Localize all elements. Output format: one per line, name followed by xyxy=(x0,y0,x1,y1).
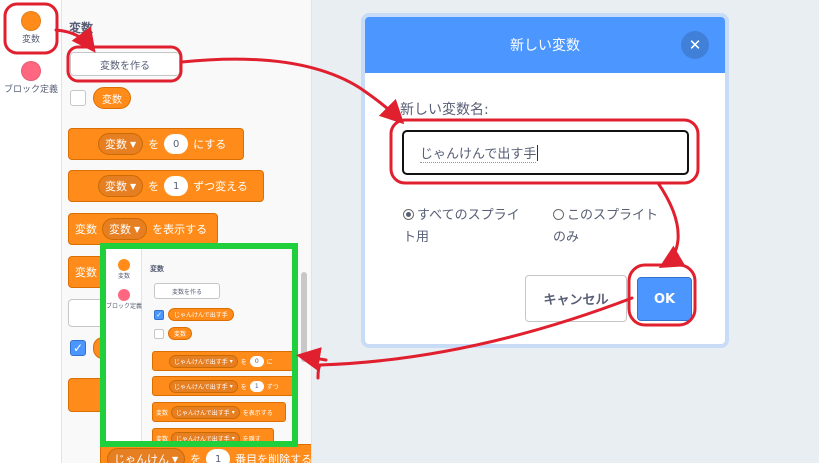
inset-title: 変数 xyxy=(150,265,164,273)
cancel-button[interactable]: キャンセル xyxy=(525,275,627,322)
category-variables[interactable]: 変数 xyxy=(0,11,62,46)
inset-category-label: 変数 xyxy=(117,273,130,280)
block-text: 変数 xyxy=(75,266,97,279)
dropdown-value: 変数 xyxy=(109,223,131,236)
palette-scrollbar[interactable] xyxy=(301,272,307,362)
variable-dropdown[interactable]: 変数 ▼ xyxy=(98,133,144,155)
new-variable-dialog: 新しい変数 ✕ 新しい変数名: じゃんけんで出す手 すべてのスプライ ト用 この… xyxy=(361,13,729,348)
value-input[interactable]: 1 xyxy=(164,176,189,196)
block-text: にする xyxy=(193,138,227,151)
caret-down-icon: ▼ xyxy=(134,224,141,234)
caret-down-icon: ▾ xyxy=(229,382,233,390)
variable-reporter-block[interactable]: 変数 xyxy=(93,87,131,109)
make-variable-button[interactable]: 変数を作る xyxy=(70,52,180,76)
variable-dropdown[interactable]: 変数 ▼ xyxy=(102,218,148,240)
block-text: 変数 xyxy=(156,435,169,443)
radio-label: すべてのスプライ xyxy=(417,208,520,223)
caret-down-icon: ▾ xyxy=(231,434,235,442)
block-text: に xyxy=(266,358,273,366)
my-blocks-color-icon xyxy=(118,289,130,301)
radio-label: このスプライト xyxy=(567,208,659,223)
block-text: を表示する xyxy=(152,223,208,236)
variables-color-icon xyxy=(21,11,41,31)
list-dropdown[interactable]: じゃんけん ▼ xyxy=(107,448,186,463)
block-text: を xyxy=(240,383,247,391)
variable-monitor-checkbox[interactable] xyxy=(70,90,86,106)
inset-new-variable-reporter: じゃんけんで出す手 xyxy=(168,308,234,321)
block-text: 変数 xyxy=(156,409,169,417)
close-icon: ✕ xyxy=(688,36,702,54)
inset-set-block: じゃんけんで出す手 ▾ を 0 に xyxy=(152,351,292,371)
show-variable-block[interactable]: 変数 変数 ▼ を表示する xyxy=(68,213,218,245)
block-text: を表示する xyxy=(242,409,273,417)
inset-show-block: 変数 じゃんけんで出す手 ▾ を表示する xyxy=(152,402,286,422)
dropdown-value: じゃんけんで出す手 xyxy=(176,435,230,443)
block-text: を xyxy=(190,453,202,463)
category-my-blocks-label: ブロック定義 xyxy=(3,85,58,95)
inset-checkbox-checked: ✓ xyxy=(154,310,164,320)
result-preview-inset: 変数 ブロック定義 変数 変数を作る ✓ じゃんけんで出す手 変数 じゃんけんで… xyxy=(100,243,298,447)
variable-name-label: 新しい変数名: xyxy=(400,102,489,118)
block-text: を xyxy=(148,180,160,193)
block-text: ずつ xyxy=(266,383,279,391)
radio-all-sprites[interactable]: すべてのスプライ ト用 xyxy=(403,205,520,249)
dropdown-value: じゃんけんで出す手 xyxy=(174,383,228,391)
dialog-title: 新しい変数 xyxy=(510,38,580,54)
category-menu: 変数 ブロック定義 xyxy=(0,0,62,463)
close-button[interactable]: ✕ xyxy=(681,31,709,59)
inset-category-label: ブロック定義 xyxy=(106,303,143,310)
variable-dropdown[interactable]: 変数 ▼ xyxy=(98,175,144,197)
list-monitor-checkbox[interactable]: ✓ xyxy=(70,340,86,356)
block-text: を隠す xyxy=(242,435,261,443)
block-text: 番目を削除する xyxy=(235,453,312,463)
ok-button[interactable]: OK xyxy=(637,277,692,321)
caret-down-icon: ▼ xyxy=(130,139,137,149)
inset-category-my-blocks: ブロック定義 xyxy=(106,289,142,311)
value-input[interactable]: 0 xyxy=(164,134,189,154)
dropdown-value: 変数 xyxy=(105,138,127,151)
category-my-blocks[interactable]: ブロック定義 xyxy=(0,61,62,96)
caret-down-icon: ▼ xyxy=(130,181,137,191)
caret-down-icon: ▾ xyxy=(229,357,233,365)
block-text: ずつ変える xyxy=(193,180,248,193)
radio-unselected-icon xyxy=(553,209,564,220)
block-text: を xyxy=(240,358,247,366)
index-input[interactable]: 1 xyxy=(206,449,231,463)
inset-palette: 変数 変数を作る ✓ じゃんけんで出す手 変数 じゃんけんで出す手 ▾ を 0 に… xyxy=(142,249,292,441)
text-caret xyxy=(537,144,539,161)
variable-name-input[interactable]: じゃんけんで出す手 xyxy=(402,130,689,175)
inset-hide-block: 変数 じゃんけんで出す手 ▾ を隠す xyxy=(152,428,274,443)
radio-this-sprite[interactable]: このスプライト のみ xyxy=(553,205,658,249)
input-value: じゃんけんで出す手 xyxy=(420,143,537,163)
dropdown-value: じゃんけんで出す手 xyxy=(174,358,228,366)
dropdown-value: 変数 xyxy=(105,180,127,193)
dropdown-value: じゃんけん xyxy=(114,453,169,463)
inset-checkbox xyxy=(154,329,164,339)
dialog-header: 新しい変数 ✕ xyxy=(365,17,725,73)
inset-change-block: じゃんけんで出す手 ▾ を 1 ずつ xyxy=(152,376,292,396)
block-text: を xyxy=(148,138,160,151)
radio-label-cont: ト用 xyxy=(403,230,430,245)
change-variable-block[interactable]: 変数 ▼ を 1 ずつ変える xyxy=(68,170,264,202)
inset-variable-reporter: 変数 xyxy=(168,327,193,340)
variables-color-icon xyxy=(118,259,130,271)
inset-category-menu: 変数 ブロック定義 xyxy=(106,249,142,441)
category-variables-label: 変数 xyxy=(21,35,40,45)
value-input: 1 xyxy=(249,380,264,392)
radio-label-cont: のみ xyxy=(553,230,580,245)
caret-down-icon: ▼ xyxy=(172,454,179,463)
block-text: 変数 xyxy=(75,223,97,236)
palette-title: 変数 xyxy=(69,21,94,35)
radio-selected-icon xyxy=(403,209,414,220)
inset-make-variable-button: 変数を作る xyxy=(154,283,220,299)
caret-down-icon: ▾ xyxy=(231,408,235,416)
value-input: 0 xyxy=(249,355,264,367)
set-variable-block[interactable]: 変数 ▼ を 0 にする xyxy=(68,128,244,160)
my-blocks-color-icon xyxy=(21,61,41,81)
dropdown-value: じゃんけんで出す手 xyxy=(176,409,230,417)
inset-category-variables: 変数 xyxy=(106,259,142,281)
